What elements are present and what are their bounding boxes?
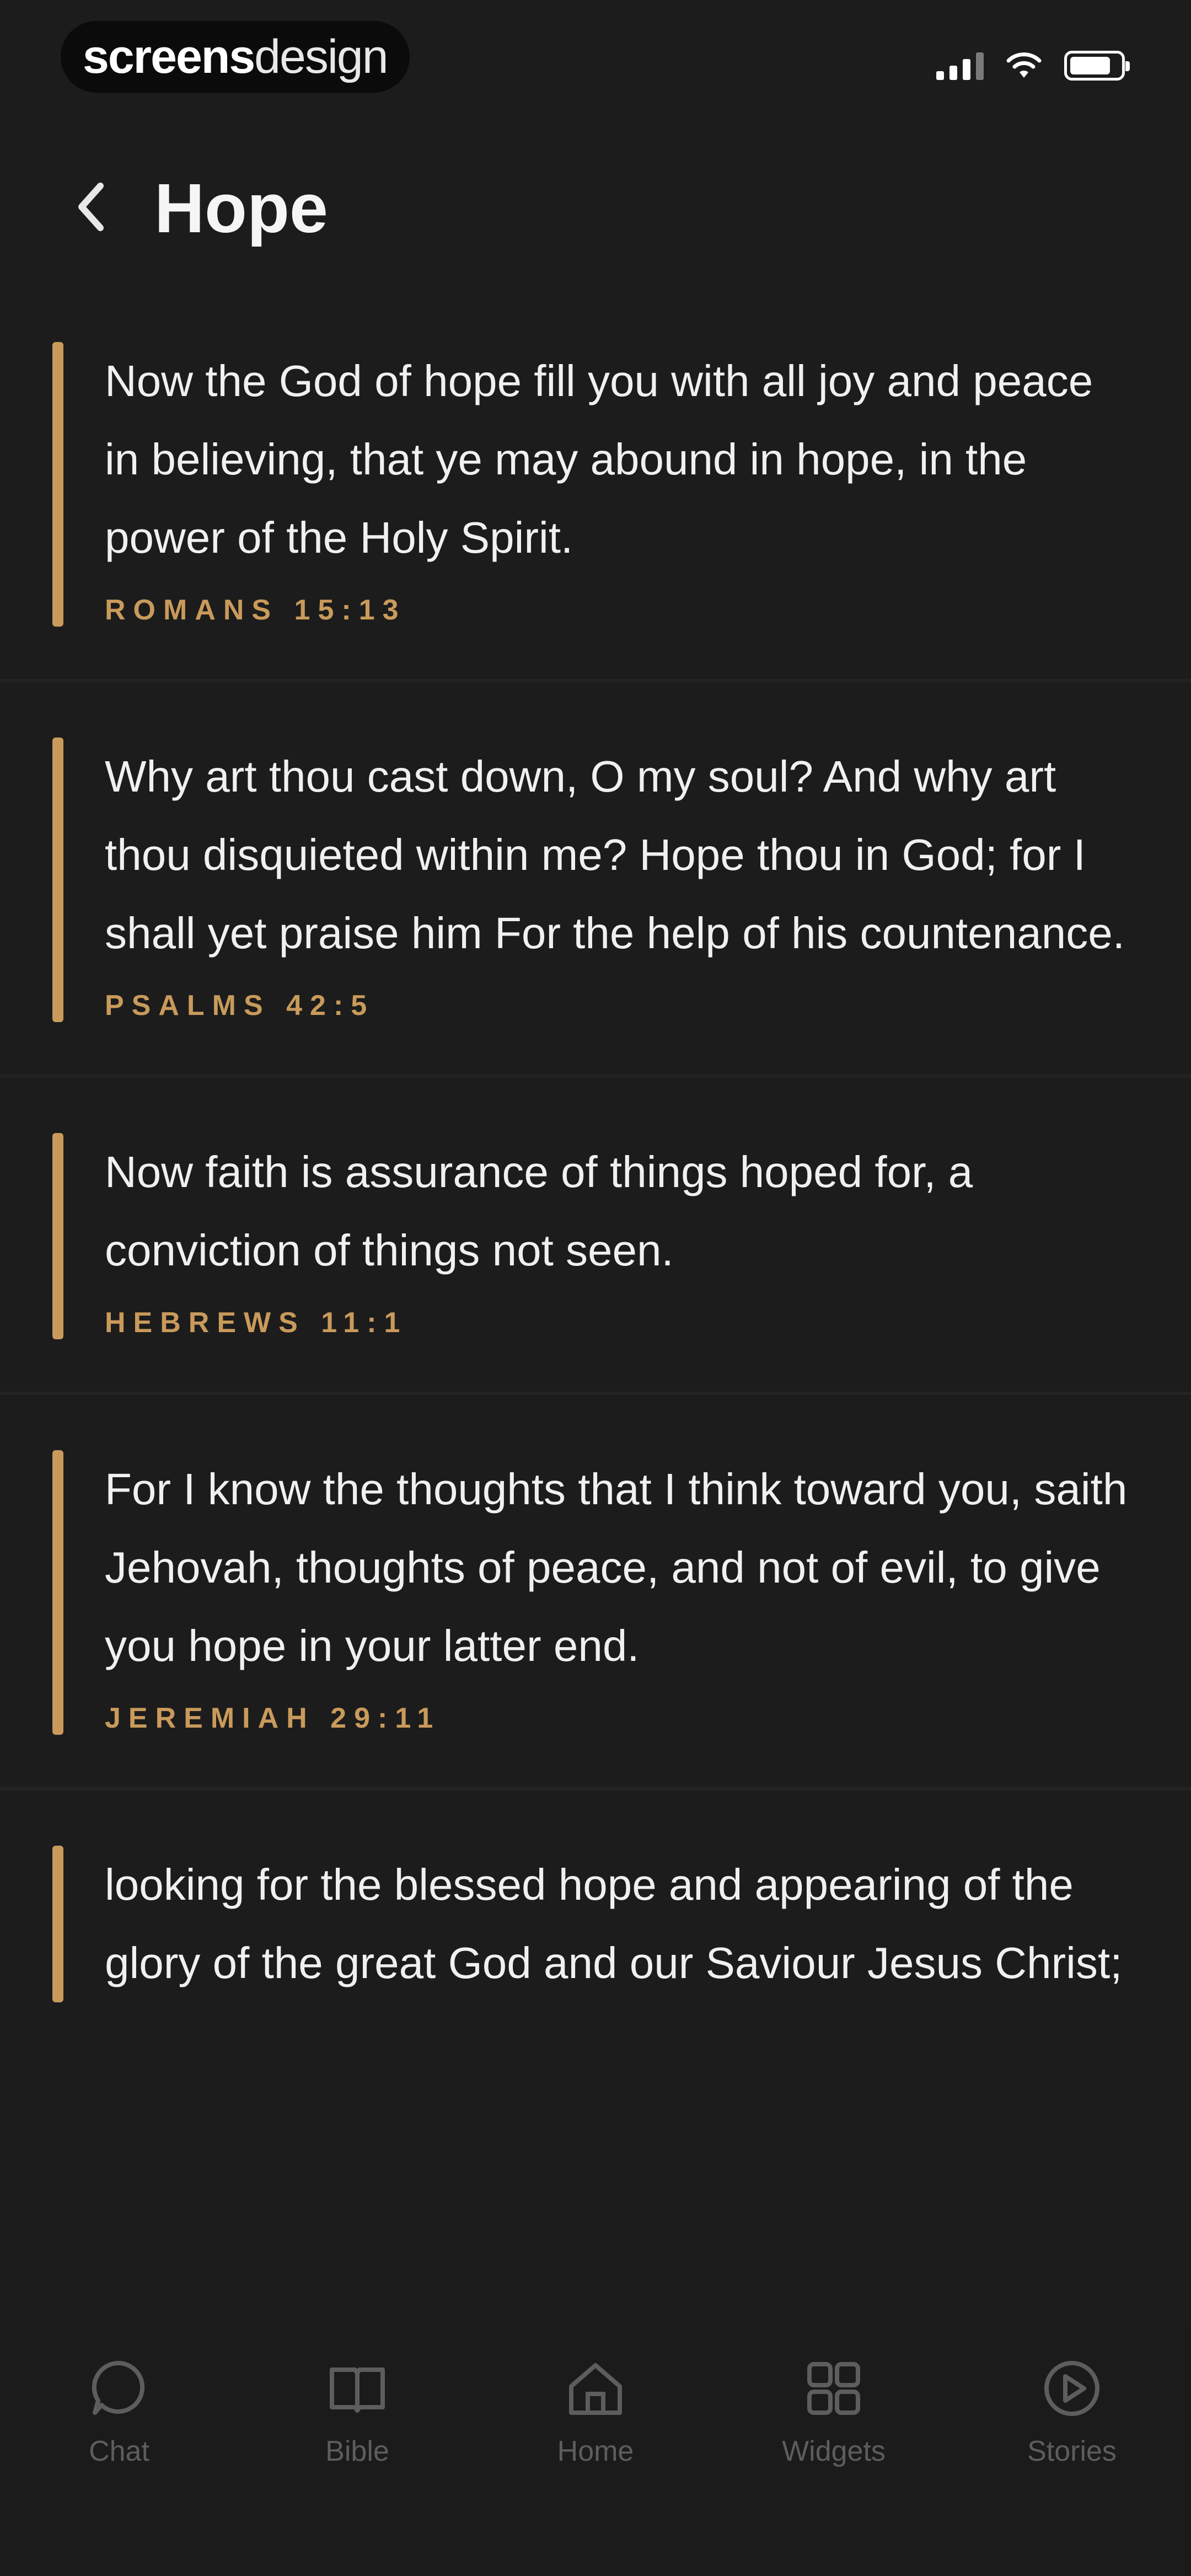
brand-light: design (254, 30, 388, 83)
chat-icon (92, 2360, 145, 2415)
page-header: Hope (0, 116, 1191, 287)
tab-stories[interactable]: Stories (962, 2322, 1182, 2576)
tab-chat[interactable]: Chat (9, 2322, 229, 2576)
verse-reference: HEBREWS 11:1 (105, 1307, 408, 1339)
widgets-icon (807, 2362, 860, 2415)
verse-accent-bar (52, 737, 63, 1022)
verse-reference: PSALMS 42:5 (105, 990, 375, 1022)
verse-list[interactable]: Now the God of hope fill you with all jo… (0, 287, 1191, 2322)
verse-text: For I know the thoughts that I think tow… (105, 1465, 1128, 1670)
verse-accent-bar (52, 1450, 63, 1735)
verse-reference: ROMANS 15:13 (105, 594, 406, 626)
play-icon (1044, 2361, 1099, 2416)
tab-bible[interactable]: Bible (247, 2322, 468, 2576)
verse-item[interactable]: Now faith is assurance of things hoped f… (0, 1078, 1191, 1395)
tab-label: Chat (89, 2435, 149, 2467)
tab-bar: Chat Bible Home Widgets Stories (0, 2322, 1191, 2576)
tab-widgets[interactable]: Widgets (723, 2322, 944, 2576)
verse-text: Now faith is assurance of things hoped f… (105, 1147, 973, 1275)
verse-item[interactable]: Why art thou cast down, O my soul? And w… (0, 682, 1191, 1078)
verse-item[interactable]: looking for the blessed hope and appeari… (0, 1791, 1191, 2055)
tab-label: Widgets (782, 2435, 886, 2467)
verse-text: looking for the blessed hope and appeari… (105, 1860, 1123, 1987)
tab-label: Bible (325, 2435, 389, 2467)
home-icon (569, 2363, 622, 2415)
tab-label: Stories (1027, 2435, 1117, 2467)
battery-icon (1064, 51, 1130, 81)
verse-accent-bar (52, 1846, 63, 2002)
system-icons (936, 51, 1130, 81)
verse-text: Now the God of hope fill you with all jo… (105, 356, 1093, 562)
verse-accent-bar (52, 342, 63, 627)
verse-accent-bar (52, 1133, 63, 1339)
verse-text: Why art thou cast down, O my soul? And w… (105, 752, 1125, 958)
status-bar: screens design (0, 0, 1191, 116)
tab-home[interactable]: Home (485, 2322, 706, 2576)
verse-item[interactable]: For I know the thoughts that I think tow… (0, 1395, 1191, 1791)
wifi-icon (1006, 52, 1042, 78)
page-title: Hope (154, 169, 328, 247)
verse-reference: JEREMIAH 29:11 (105, 1702, 441, 1734)
brand-watermark: screens design (61, 21, 410, 93)
tab-label: Home (557, 2435, 634, 2467)
verse-item[interactable]: Now the God of hope fill you with all jo… (0, 287, 1191, 682)
signal-icon (936, 51, 984, 80)
back-chevron-icon[interactable] (72, 174, 110, 240)
book-icon (330, 2367, 385, 2413)
brand-bold: screens (83, 30, 255, 83)
